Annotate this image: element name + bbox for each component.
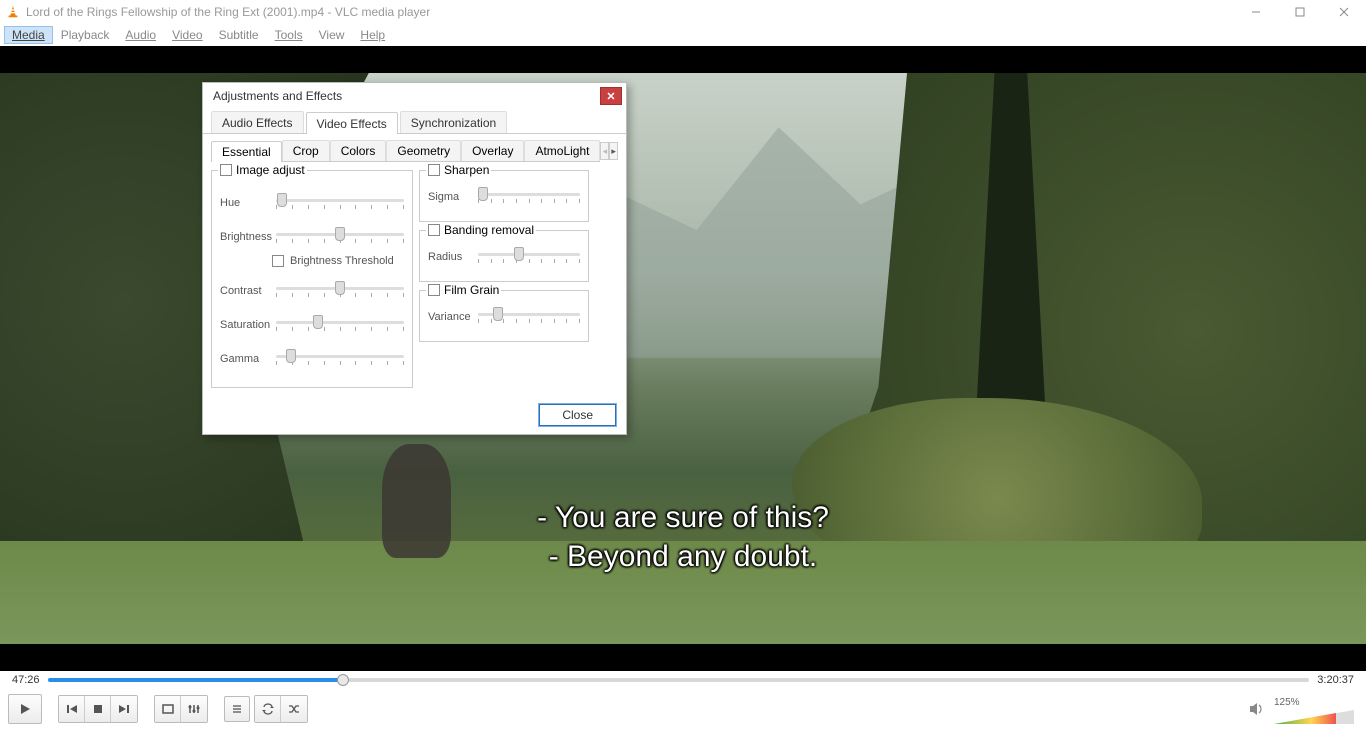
maximize-button[interactable]	[1278, 0, 1322, 24]
close-button[interactable]: Close	[539, 404, 616, 426]
tab-synchronization[interactable]: Synchronization	[400, 111, 507, 133]
label-saturation: Saturation	[220, 319, 272, 331]
menu-audio[interactable]: Audio	[117, 26, 164, 44]
titlebar: Lord of the Rings Fellowship of the Ring…	[0, 0, 1366, 24]
menu-video[interactable]: Video	[164, 26, 210, 44]
subtab-crop[interactable]: Crop	[282, 140, 330, 161]
checkbox-brightness-threshold[interactable]	[272, 255, 284, 267]
dialog-title: Adjustments and Effects	[213, 89, 600, 103]
subtab-row: Essential Crop Colors Geometry Overlay A…	[203, 134, 626, 162]
loop-group	[254, 695, 308, 723]
menubar: Media Playback Audio Video Subtitle Tool…	[0, 24, 1366, 46]
subtab-essential[interactable]: Essential	[211, 141, 282, 162]
loop-button[interactable]	[255, 696, 281, 722]
slider-saturation[interactable]	[276, 315, 404, 335]
play-button[interactable]	[8, 694, 42, 724]
adjustments-dialog: Adjustments and Effects ✕ Audio Effects …	[202, 82, 627, 435]
time-total[interactable]: 3:20:37	[1317, 674, 1354, 686]
subtab-atmolight[interactable]: AtmoLight	[524, 140, 600, 161]
window-controls	[1234, 0, 1366, 24]
seek-slider[interactable]	[48, 676, 1310, 684]
volume-label: 125%	[1274, 697, 1300, 708]
subtab-geometry[interactable]: Geometry	[386, 140, 461, 161]
menu-subtitle[interactable]: Subtitle	[211, 26, 267, 44]
checkbox-banding-removal[interactable]	[428, 224, 440, 236]
stop-button[interactable]	[85, 696, 111, 722]
slider-radius[interactable]	[478, 247, 580, 267]
vlc-cone-icon	[6, 5, 20, 19]
subtitle-line-2: - Beyond any doubt.	[537, 537, 829, 576]
minimize-button[interactable]	[1234, 0, 1278, 24]
speaker-icon[interactable]	[1248, 700, 1266, 718]
group-image-adjust: Image adjust Hue Brightness Brightness T…	[211, 170, 413, 388]
subtitle-line-1: - You are sure of this?	[537, 498, 829, 537]
tab-video-effects[interactable]: Video Effects	[306, 112, 398, 134]
dialog-titlebar[interactable]: Adjustments and Effects ✕	[203, 83, 626, 109]
fullscreen-button[interactable]	[155, 696, 181, 722]
label-contrast: Contrast	[220, 285, 272, 297]
extended-settings-button[interactable]	[181, 696, 207, 722]
shuffle-button[interactable]	[281, 696, 307, 722]
dialog-close-button[interactable]: ✕	[600, 87, 622, 105]
label-brightness-threshold: Brightness Threshold	[290, 255, 394, 267]
subtitle-text: - You are sure of this? - Beyond any dou…	[537, 498, 829, 576]
label-variance: Variance	[428, 311, 474, 323]
label-gamma: Gamma	[220, 353, 272, 365]
menu-playback[interactable]: Playback	[53, 26, 118, 44]
volume-slider[interactable]	[1274, 708, 1354, 726]
label-sharpen: Sharpen	[444, 163, 489, 177]
close-button[interactable]	[1322, 0, 1366, 24]
menu-media[interactable]: Media	[4, 26, 53, 44]
group-sharpen: Sharpen Sigma	[419, 170, 589, 222]
playlist-button[interactable]	[224, 696, 250, 722]
menu-help[interactable]: Help	[352, 26, 393, 44]
slider-sigma[interactable]	[478, 187, 580, 207]
slider-variance[interactable]	[478, 307, 580, 327]
subtab-scroll-right[interactable]: ▸	[609, 142, 618, 160]
video-area[interactable]: - You are sure of this? - Beyond any dou…	[0, 46, 1366, 671]
label-banding-removal: Banding removal	[444, 223, 534, 237]
label-radius: Radius	[428, 251, 474, 263]
label-sigma: Sigma	[428, 191, 474, 203]
group-film-grain: Film Grain Variance	[419, 290, 589, 342]
subtab-scroll-left[interactable]: ◂	[600, 142, 609, 160]
slider-brightness[interactable]	[276, 227, 404, 247]
menu-tools[interactable]: Tools	[267, 26, 311, 44]
label-brightness: Brightness	[220, 231, 272, 243]
next-button[interactable]	[111, 696, 137, 722]
subtab-colors[interactable]: Colors	[330, 140, 387, 161]
checkbox-sharpen[interactable]	[428, 164, 440, 176]
seek-row: 47:26 3:20:37	[0, 671, 1366, 689]
skip-group	[58, 695, 138, 723]
tab-audio-effects[interactable]: Audio Effects	[211, 111, 304, 133]
label-image-adjust: Image adjust	[236, 163, 305, 177]
label-film-grain: Film Grain	[444, 283, 499, 297]
slider-gamma[interactable]	[276, 349, 404, 369]
checkbox-film-grain[interactable]	[428, 284, 440, 296]
controls-row: 125%	[0, 689, 1366, 729]
previous-button[interactable]	[59, 696, 85, 722]
dialog-tab-row: Audio Effects Video Effects Synchronizat…	[203, 111, 626, 134]
menu-view[interactable]: View	[311, 26, 353, 44]
window-title: Lord of the Rings Fellowship of the Ring…	[26, 5, 1234, 19]
checkbox-image-adjust[interactable]	[220, 164, 232, 176]
slider-hue[interactable]	[276, 193, 404, 213]
group-banding-removal: Banding removal Radius	[419, 230, 589, 282]
subtab-overlay[interactable]: Overlay	[461, 140, 524, 161]
view-group	[154, 695, 208, 723]
time-elapsed[interactable]: 47:26	[12, 674, 40, 686]
label-hue: Hue	[220, 197, 272, 209]
slider-contrast[interactable]	[276, 281, 404, 301]
